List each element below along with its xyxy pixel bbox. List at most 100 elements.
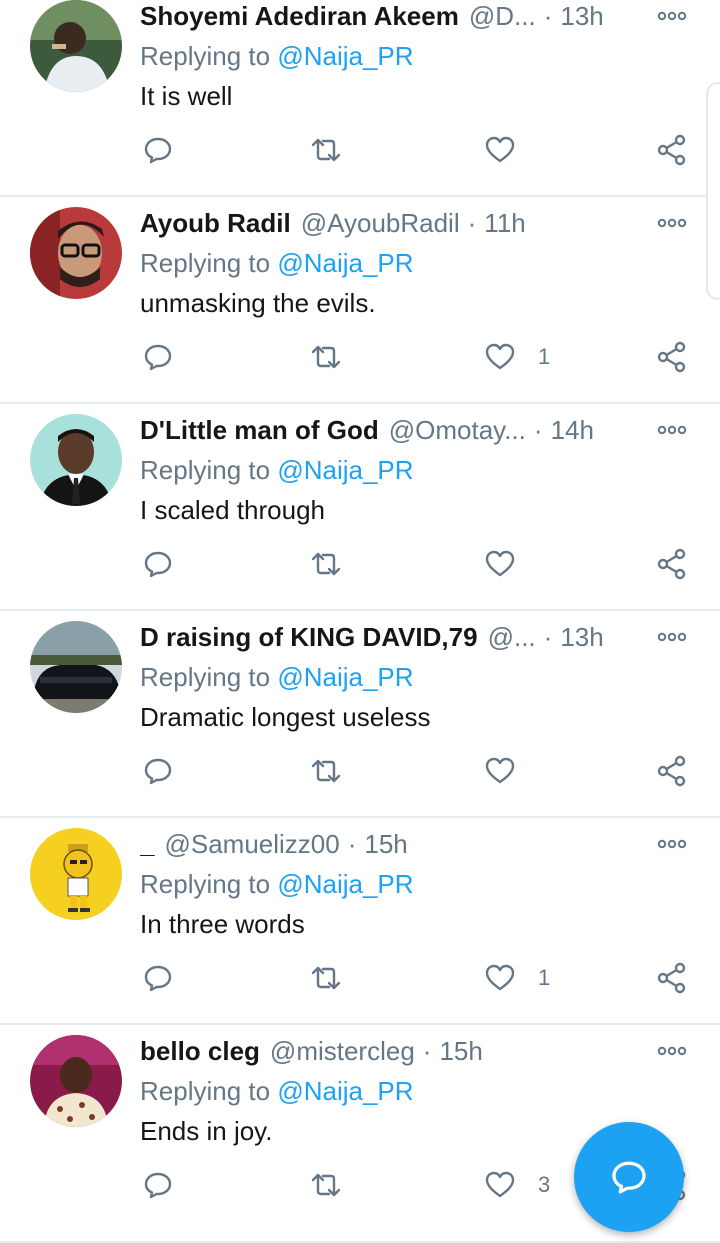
mention-link[interactable]: @Naija_PR	[277, 455, 413, 485]
tweet-text: In three words	[140, 909, 305, 939]
reply-button[interactable]	[142, 958, 174, 998]
avatar[interactable]	[30, 207, 122, 299]
more-options-icon[interactable]	[656, 420, 688, 440]
share-icon	[657, 548, 686, 580]
avatar[interactable]	[30, 414, 122, 506]
avatar[interactable]	[30, 0, 122, 92]
like-button[interactable]: 1	[484, 958, 550, 998]
retweet-icon	[311, 1173, 341, 1197]
edge-scroll-handle[interactable]	[706, 82, 720, 300]
replying-to: Replying to @Naija_PR	[140, 1073, 414, 1109]
separator-dot: ·	[543, 1, 553, 31]
like-button[interactable]	[484, 751, 538, 791]
share-button[interactable]	[656, 958, 688, 998]
retweet-button[interactable]	[310, 958, 342, 998]
tweet-item[interactable]: _ @Samuelizz00 · 15h Replying to @Naija_…	[0, 818, 720, 1025]
tweet-item[interactable]: D'Little man of God @Omotay... · 14h Rep…	[0, 404, 720, 611]
replying-to: Replying to @Naija_PR	[140, 245, 414, 281]
separator-dot: ·	[467, 208, 477, 238]
author-name[interactable]: Shoyemi Adediran Akeem	[140, 0, 459, 34]
retweet-button[interactable]	[310, 337, 342, 377]
retweet-icon	[311, 552, 341, 576]
author-name[interactable]: D raising of KING DAVID,79	[140, 619, 478, 655]
author-handle[interactable]: @Samuelizz00	[164, 826, 339, 862]
heart-icon	[485, 550, 515, 577]
author-handle[interactable]: @Omotay...	[389, 412, 526, 448]
tweet-header: Shoyemi Adediran Akeem @D... · 13h	[140, 0, 650, 34]
retweet-icon	[311, 345, 341, 369]
avatar[interactable]	[30, 621, 122, 713]
mention-link[interactable]: @Naija_PR	[277, 662, 413, 692]
retweet-button[interactable]	[310, 1165, 342, 1205]
author-name[interactable]: bello cleg	[140, 1033, 260, 1069]
author-name[interactable]: D'Little man of God	[140, 412, 379, 448]
share-button[interactable]	[656, 751, 688, 791]
timestamp[interactable]: 11h	[484, 205, 525, 241]
tweet-actions	[0, 544, 720, 584]
tweet-text: I scaled through	[140, 495, 326, 525]
like-button[interactable]: 3	[484, 1165, 550, 1205]
tweet-item[interactable]: Shoyemi Adediran Akeem @D... · 13h Reply…	[0, 0, 720, 197]
tweet-header: D'Little man of God @Omotay... · 14h	[140, 412, 650, 448]
replying-to-label: Replying to	[140, 455, 271, 485]
compose-reply-icon	[612, 1161, 646, 1194]
reply-button[interactable]	[142, 130, 174, 170]
share-button[interactable]	[656, 130, 688, 170]
reply-button[interactable]	[142, 1165, 174, 1205]
author-name[interactable]: Ayoub Radil	[140, 205, 291, 241]
timestamp[interactable]: 13h	[560, 619, 603, 655]
timestamp[interactable]: 13h	[560, 0, 603, 34]
tweet-header: Ayoub Radil @AyoubRadil · 11h	[140, 205, 650, 241]
replying-to-label: Replying to	[140, 662, 271, 692]
tweet-header: bello cleg @mistercleg · 15h	[140, 1033, 650, 1069]
like-button[interactable]	[484, 130, 538, 170]
separator-dot: ·	[422, 1036, 432, 1066]
author-handle[interactable]: @AyoubRadil	[301, 205, 460, 241]
share-icon	[657, 755, 686, 787]
more-options-icon[interactable]	[656, 1041, 688, 1061]
like-button[interactable]: 1	[484, 337, 550, 377]
more-options-icon[interactable]	[656, 6, 688, 26]
compose-reply-button[interactable]	[574, 1122, 684, 1232]
replying-to-label: Replying to	[140, 869, 271, 899]
avatar[interactable]	[30, 1035, 122, 1127]
more-options-icon[interactable]	[656, 627, 688, 647]
author-handle[interactable]: @D...	[469, 0, 536, 34]
retweet-button[interactable]	[310, 751, 342, 791]
mention-link[interactable]: @Naija_PR	[277, 41, 413, 71]
like-count: 1	[538, 344, 551, 369]
reply-button[interactable]	[142, 337, 174, 377]
share-button[interactable]	[656, 544, 688, 584]
retweet-button[interactable]	[310, 130, 342, 170]
mention-link[interactable]: @Naija_PR	[277, 869, 413, 899]
tweet-header: D raising of KING DAVID,79 @... · 13h	[140, 619, 650, 655]
mention-link[interactable]: @Naija_PR	[277, 248, 413, 278]
retweet-button[interactable]	[310, 544, 342, 584]
timestamp[interactable]: 15h	[439, 1033, 482, 1069]
reply-icon	[144, 965, 172, 992]
timestamp[interactable]: 15h	[364, 826, 407, 862]
share-icon	[657, 134, 686, 166]
tweet-actions: 1	[0, 337, 720, 377]
tweet-item[interactable]: Ayoub Radil @AyoubRadil · 11h Replying t…	[0, 197, 720, 404]
share-button[interactable]	[656, 337, 688, 377]
more-options-icon[interactable]	[656, 834, 688, 854]
share-icon	[657, 962, 686, 994]
tweet-actions	[0, 130, 720, 170]
tweet-header: _ @Samuelizz00 · 15h	[140, 826, 650, 862]
like-button[interactable]	[484, 544, 538, 584]
replying-to-label: Replying to	[140, 41, 271, 71]
author-handle[interactable]: @mistercleg	[270, 1033, 415, 1069]
timestamp[interactable]: 14h	[551, 412, 594, 448]
reply-button[interactable]	[142, 544, 174, 584]
separator-dot: ·	[543, 622, 553, 652]
mention-link[interactable]: @Naija_PR	[277, 1076, 413, 1106]
more-options-icon[interactable]	[656, 213, 688, 233]
heart-icon	[485, 343, 515, 370]
avatar[interactable]	[30, 828, 122, 920]
author-handle[interactable]: @...	[488, 619, 536, 655]
reply-button[interactable]	[142, 751, 174, 791]
tweet-item[interactable]: D raising of KING DAVID,79 @... · 13h Re…	[0, 611, 720, 818]
heart-icon	[485, 136, 515, 163]
author-name[interactable]: _	[140, 826, 154, 862]
